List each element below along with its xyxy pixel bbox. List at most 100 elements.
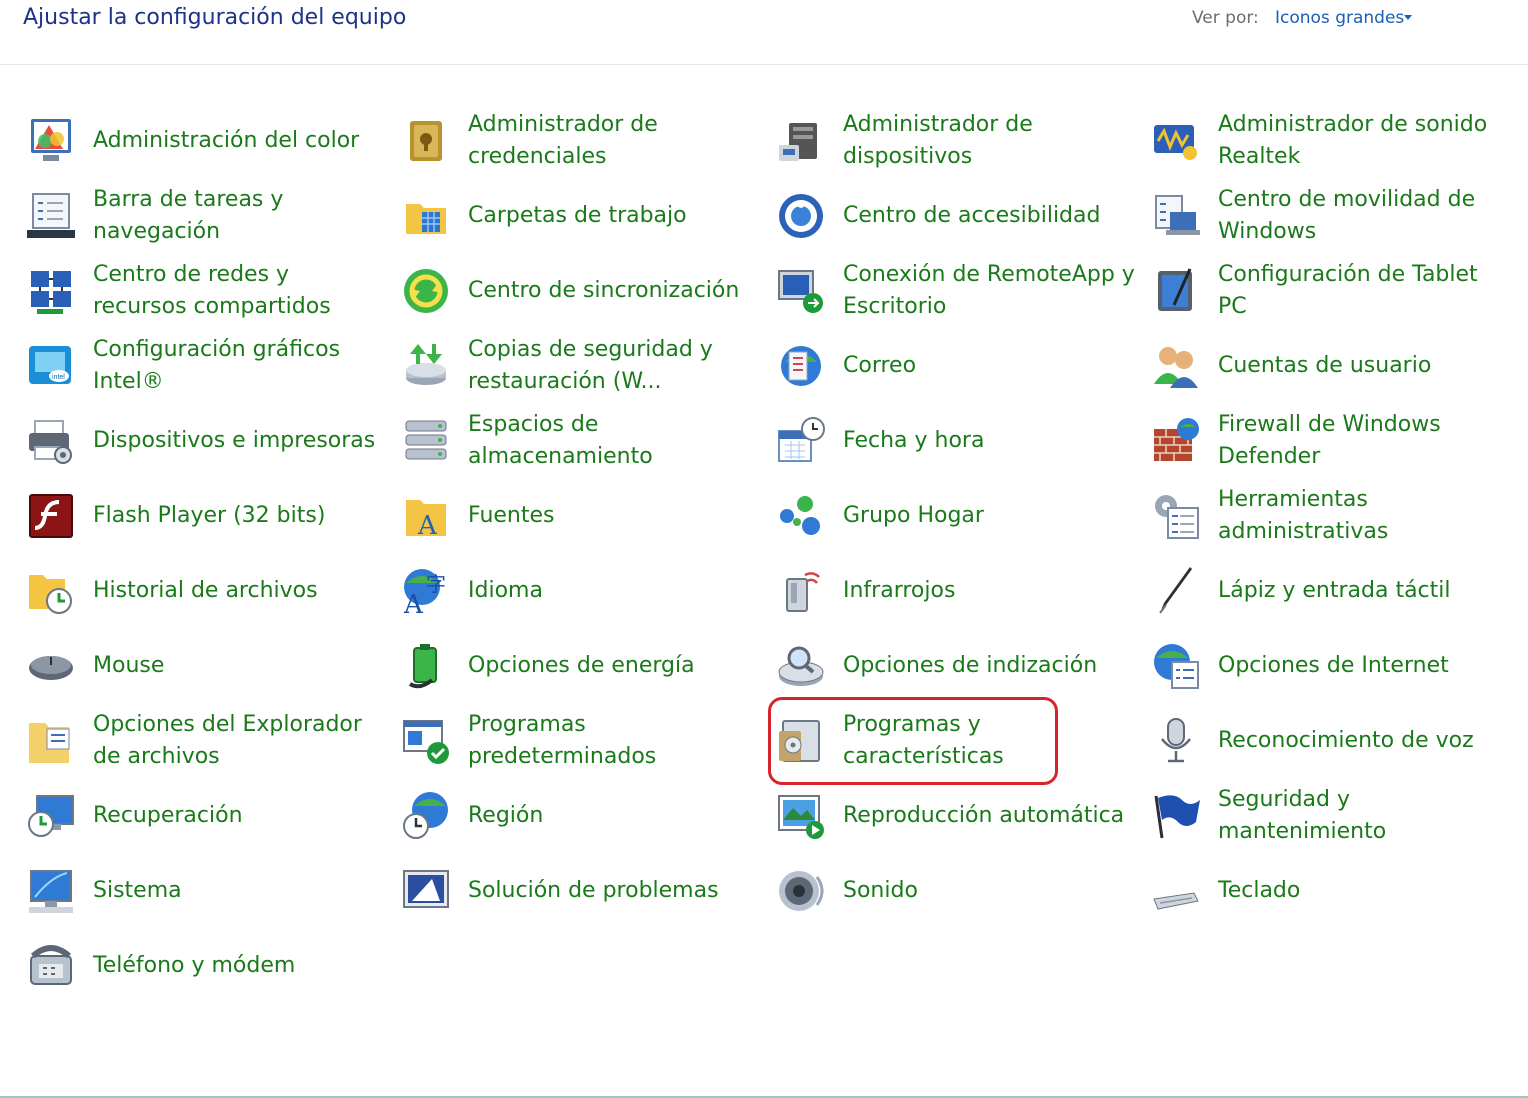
control-panel-item-centro-de-redes-y-recursos-compartidos[interactable]: Centro de redes y recursos compartidos xyxy=(25,253,385,328)
recovery-icon xyxy=(25,790,77,842)
control-panel-item-opciones-de-internet[interactable]: Opciones de Internet xyxy=(1150,628,1510,703)
control-panel-item-historial-de-archivos[interactable]: Historial de archivos xyxy=(25,553,385,628)
item-label: Infrarrojos xyxy=(843,577,956,603)
autoplay-icon xyxy=(775,790,827,842)
credential-manager-icon xyxy=(400,115,452,167)
troubleshooting-icon xyxy=(400,865,452,917)
control-panel-item-infrarrojos[interactable]: Infrarrojos xyxy=(775,553,1135,628)
control-panel-item-opciones-de-energia[interactable]: Opciones de energía xyxy=(400,628,760,703)
control-panel-item-herramientas-administrativas[interactable]: Herramientas administrativas xyxy=(1150,478,1510,553)
region-icon xyxy=(400,790,452,842)
control-panel-item-grupo-hogar[interactable]: Grupo Hogar xyxy=(775,478,1135,553)
control-panel-item-idioma[interactable]: A 字 Idioma xyxy=(400,553,760,628)
remoteapp-icon xyxy=(775,265,827,317)
control-panel-item-dispositivos-e-impresoras[interactable]: Dispositivos e impresoras xyxy=(25,403,385,478)
control-panel-item-reconocimiento-de-voz[interactable]: Reconocimiento de voz xyxy=(1150,703,1510,778)
control-panel-item-barra-de-tareas-y-navegacion[interactable]: Barra de tareas y navegación xyxy=(25,178,385,253)
control-panel-item-centro-de-accesibilidad[interactable]: Centro de accesibilidad xyxy=(775,178,1135,253)
item-label: Conexión de RemoteApp y Escritorio xyxy=(843,261,1135,319)
item-label: Fuentes xyxy=(468,502,555,528)
control-panel-item-reproduccion-automatica[interactable]: Reproducción automática xyxy=(775,778,1135,853)
speaker-icon xyxy=(775,865,827,917)
control-panel-item-correo[interactable]: Correo xyxy=(775,328,1135,403)
control-panel-item-fuentes[interactable]: A Fuentes xyxy=(400,478,760,553)
item-label: Centro de movilidad de Windows xyxy=(1218,186,1476,244)
control-panel-item-configuracion-de-tablet-pc[interactable]: Configuración de Tablet PC xyxy=(1150,253,1510,328)
color-management-icon xyxy=(25,115,77,167)
control-panel-item-solucion-de-problemas[interactable]: Solución de problemas xyxy=(400,853,760,928)
svg-text:A: A xyxy=(417,511,438,541)
control-panel-item-teclado[interactable]: Teclado xyxy=(1150,853,1510,928)
control-panel-item-carpetas-de-trabajo[interactable]: Carpetas de trabajo xyxy=(400,178,760,253)
svg-text:字: 字 xyxy=(426,572,446,596)
item-label: Centro de sincronización xyxy=(468,277,740,303)
control-panel-item-seguridad-y-mantenimiento[interactable]: Seguridad y mantenimiento xyxy=(1150,778,1510,853)
language-icon: A字 xyxy=(400,565,452,617)
view-by-label: Ver por: xyxy=(1192,8,1259,28)
control-panel-item-espacios-de-almacenamiento[interactable]: Espacios de almacenamiento xyxy=(400,403,760,478)
item-label: Región xyxy=(468,802,544,828)
item-label: Centro de redes y recursos compartidos xyxy=(93,261,331,319)
control-panel-item-region[interactable]: Región xyxy=(400,778,760,853)
control-panel-item-centro-de-sincronizacion[interactable]: Centro de sincronización xyxy=(400,253,760,328)
control-panel-item-recuperacion[interactable]: Recuperación xyxy=(25,778,385,853)
internet-options-icon xyxy=(1150,640,1202,692)
work-folders-icon xyxy=(400,190,452,242)
item-label: Programas y características xyxy=(843,711,1004,769)
control-panel-item-conexion-de-remoteapp-y-escritorio[interactable]: Conexión de RemoteApp y Escritorio xyxy=(775,253,1135,328)
svg-text:intel: intel xyxy=(52,374,65,381)
item-label: Opciones de energía xyxy=(468,652,695,678)
control-panel-item-lapiz-y-entrada-tactil[interactable]: Lápiz y entrada táctil xyxy=(1150,553,1510,628)
control-panel-item-centro-de-movilidad-de-windows[interactable]: Centro de movilidad de Windows xyxy=(1150,178,1510,253)
control-panel-item-administrador-de-dispositivos[interactable]: Administrador de dispositivos xyxy=(775,103,1135,178)
control-panel-item-firewall-de-windows-defender[interactable]: Firewall de Windows Defender xyxy=(1150,403,1510,478)
control-panel-item-copias-de-seguridad-y-restauracion-w[interactable]: Copias de seguridad y restauración (W... xyxy=(400,328,760,403)
item-label: Dispositivos e impresoras xyxy=(93,427,376,453)
homegroup-icon xyxy=(775,490,827,542)
control-panel-item-opciones-de-indizacion[interactable]: Opciones de indización xyxy=(775,628,1135,703)
control-panel-item-sonido[interactable]: Sonido xyxy=(775,853,1135,928)
item-label: Opciones de indización xyxy=(843,652,1098,678)
realtek-audio-icon xyxy=(1150,115,1202,167)
control-panel-item-mouse[interactable]: Mouse xyxy=(25,628,385,703)
mouse-icon xyxy=(25,640,77,692)
control-panel-item-cuentas-de-usuario[interactable]: Cuentas de usuario xyxy=(1150,328,1510,403)
device-manager-icon xyxy=(775,115,827,167)
control-panel-item-programas-y-caracteristicas[interactable]: Programas y características xyxy=(775,703,1135,778)
control-panel-item-flash-player-32-bits[interactable]: Flash Player (32 bits) xyxy=(25,478,385,553)
item-label: Firewall de Windows Defender xyxy=(1218,411,1441,469)
control-panel-item-configuracion-graficos-intel[interactable]: intel Configuración gráficos Intel® xyxy=(25,328,385,403)
mail-icon xyxy=(775,340,827,392)
item-label: Recuperación xyxy=(93,802,243,828)
item-label: Administrador de sonido Realtek xyxy=(1218,111,1488,169)
control-panel-item-opciones-del-explorador-de-archivos[interactable]: Opciones del Explorador de archivos xyxy=(25,703,385,778)
item-label: Administrador de dispositivos xyxy=(843,111,1033,169)
control-panel-item-programas-predeterminados[interactable]: Programas predeterminados xyxy=(400,703,760,778)
item-label: Mouse xyxy=(93,652,165,678)
control-panel-item-telefono-y-modem[interactable]: Teléfono y módem xyxy=(25,928,385,1003)
item-label: Herramientas administrativas xyxy=(1218,486,1389,544)
item-label: Carpetas de trabajo xyxy=(468,202,687,228)
item-label: Reproducción automática xyxy=(843,802,1125,828)
item-label: Flash Player (32 bits) xyxy=(93,502,326,528)
item-label: Grupo Hogar xyxy=(843,502,984,528)
keyboard-icon xyxy=(1150,865,1202,917)
item-label: Historial de archivos xyxy=(93,577,318,603)
control-panel-item-administracion-del-color[interactable]: Administración del color xyxy=(25,103,385,178)
chevron-down-icon[interactable] xyxy=(1404,15,1412,20)
item-label: Programas predeterminados xyxy=(468,711,657,769)
item-label: Teléfono y módem xyxy=(93,952,296,978)
file-history-icon xyxy=(25,565,77,617)
power-options-icon xyxy=(400,640,452,692)
programs-features-icon xyxy=(775,715,827,767)
item-label: Cuentas de usuario xyxy=(1218,352,1432,378)
control-panel-item-sistema[interactable]: Sistema xyxy=(25,853,385,928)
control-panel-item-fecha-y-hora[interactable]: Fecha y hora xyxy=(775,403,1135,478)
admin-tools-icon xyxy=(1150,490,1202,542)
folder-options-icon xyxy=(25,715,77,767)
indexing-icon xyxy=(775,640,827,692)
item-label: Administrador de credenciales xyxy=(468,111,658,169)
control-panel-item-administrador-de-credenciales[interactable]: Administrador de credenciales xyxy=(400,103,760,178)
view-by-dropdown[interactable]: Iconos grandes xyxy=(1275,8,1404,28)
control-panel-item-administrador-de-sonido-realtek[interactable]: Administrador de sonido Realtek xyxy=(1150,103,1510,178)
